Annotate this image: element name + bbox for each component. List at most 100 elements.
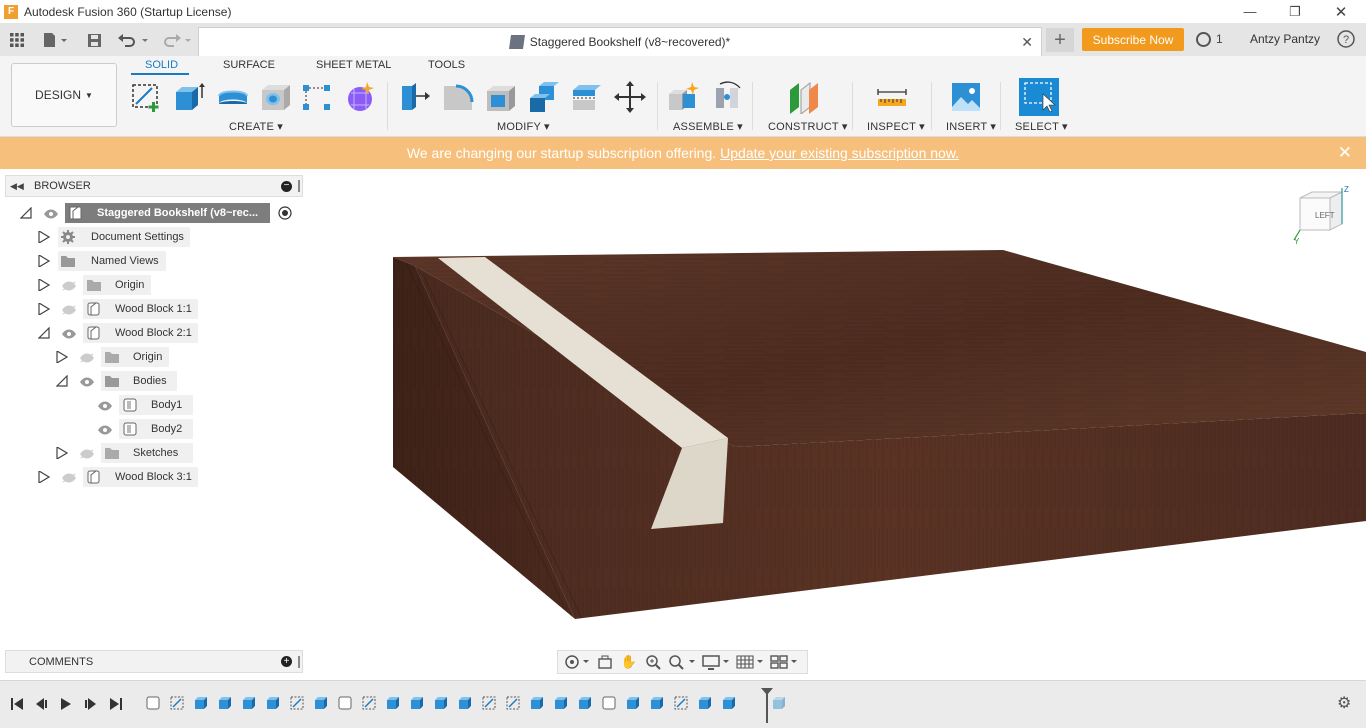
- expanded-triangle-icon[interactable]: [56, 375, 68, 387]
- panel-grip[interactable]: [298, 180, 300, 192]
- tree-node-body2[interactable]: Body2: [74, 419, 194, 439]
- hole-icon[interactable]: [259, 80, 293, 114]
- create-sketch-icon[interactable]: [130, 80, 164, 114]
- app-grid-icon[interactable]: [8, 29, 26, 51]
- collapse-panel-icon[interactable]: ◀◀: [10, 181, 24, 192]
- timeline-extrude-icon[interactable]: [530, 696, 544, 710]
- timeline-extrude-icon[interactable]: [314, 696, 328, 710]
- expanded-triangle-icon[interactable]: [20, 207, 32, 219]
- eye-icon[interactable]: [97, 424, 113, 435]
- zoom-window-icon[interactable]: [668, 654, 696, 670]
- extrude-icon[interactable]: [173, 80, 207, 114]
- timeline-sketch-icon[interactable]: [170, 696, 184, 710]
- tree-node-origin-child[interactable]: Origin: [56, 347, 176, 367]
- tree-node-wood-block-3[interactable]: Wood Block 3:1: [38, 467, 208, 487]
- select-menu[interactable]: SELECT ▾: [1015, 120, 1068, 133]
- tab-tools[interactable]: TOOLS: [428, 59, 465, 71]
- press-pull-icon[interactable]: [398, 80, 432, 114]
- collapsed-triangle-icon[interactable]: [38, 303, 50, 315]
- timeline-extrude-icon[interactable]: [626, 696, 640, 710]
- joint-icon[interactable]: [710, 80, 744, 114]
- timeline-sketch-icon[interactable]: [362, 696, 376, 710]
- timeline-extrude-icon[interactable]: [386, 696, 400, 710]
- tree-node-body1[interactable]: Body1: [74, 395, 194, 415]
- insert-menu[interactable]: INSERT ▾: [946, 120, 996, 133]
- measure-icon[interactable]: [875, 80, 909, 114]
- go-to-start-icon[interactable]: [8, 695, 26, 713]
- collapsed-triangle-icon[interactable]: [38, 279, 50, 291]
- save-icon[interactable]: [84, 29, 104, 51]
- workspace-switcher[interactable]: DESIGN ▼: [11, 63, 117, 127]
- tree-node-sketches[interactable]: Sketches: [56, 443, 196, 463]
- timeline-marker-icon[interactable]: [760, 687, 774, 723]
- minimize-icon[interactable]: —: [1227, 0, 1273, 23]
- collapsed-triangle-icon[interactable]: [38, 471, 50, 483]
- timeline-sketch-icon[interactable]: [482, 696, 496, 710]
- view-cube[interactable]: LEFT Z Y: [1290, 184, 1354, 246]
- timeline-extrude-icon[interactable]: [578, 696, 592, 710]
- timeline-sketch-icon[interactable]: [506, 696, 520, 710]
- viewports-icon[interactable]: [770, 654, 798, 670]
- panel-grip[interactable]: [298, 655, 300, 668]
- eye-hidden-icon[interactable]: [61, 472, 77, 483]
- collapsed-triangle-icon[interactable]: [56, 447, 68, 459]
- document-tab[interactable]: Staggered Bookshelf (v8~recovered)* ✕: [198, 27, 1042, 56]
- display-settings-icon[interactable]: [702, 654, 730, 670]
- combine-icon[interactable]: [527, 80, 561, 114]
- offset-face-icon[interactable]: [570, 80, 604, 114]
- pattern-icon[interactable]: [300, 80, 334, 114]
- collapsed-triangle-icon[interactable]: [56, 351, 68, 363]
- timeline-suppressed-feature-icon[interactable]: [772, 696, 786, 710]
- step-forward-icon[interactable]: [82, 695, 100, 713]
- expanded-triangle-icon[interactable]: [38, 327, 50, 339]
- form-icon[interactable]: [343, 80, 377, 114]
- viewport-canvas[interactable]: [305, 169, 1366, 649]
- user-account[interactable]: Antzy Pantzy: [1250, 32, 1320, 46]
- collapsed-triangle-icon[interactable]: [38, 255, 50, 267]
- new-component-icon[interactable]: [667, 80, 701, 114]
- shell-icon[interactable]: [484, 80, 518, 114]
- close-window-icon[interactable]: ✕: [1318, 0, 1364, 23]
- insert-image-icon[interactable]: [949, 80, 983, 114]
- eye-hidden-icon[interactable]: [79, 448, 95, 459]
- create-menu[interactable]: CREATE ▾: [229, 120, 283, 133]
- orbit-icon[interactable]: [564, 654, 590, 670]
- grid-settings-icon[interactable]: [736, 654, 764, 670]
- collapsed-triangle-icon[interactable]: [38, 231, 50, 243]
- eye-hidden-icon[interactable]: [61, 280, 77, 291]
- tree-node-named-views[interactable]: Named Views: [38, 251, 178, 271]
- close-banner-icon[interactable]: ✕: [1338, 143, 1352, 163]
- timeline-body-icon[interactable]: [602, 696, 616, 710]
- close-tab-icon[interactable]: ✕: [1021, 34, 1033, 51]
- tree-node-origin[interactable]: Origin: [38, 275, 158, 295]
- tab-sheet-metal[interactable]: SHEET METAL: [316, 59, 391, 71]
- help-icon[interactable]: ?: [1336, 28, 1356, 50]
- go-to-end-icon[interactable]: [107, 695, 125, 713]
- eye-hidden-icon[interactable]: [61, 304, 77, 315]
- timeline-extrude-icon[interactable]: [266, 696, 280, 710]
- restore-icon[interactable]: ❐: [1272, 0, 1318, 23]
- timeline-extrude-icon[interactable]: [218, 696, 232, 710]
- timeline-extrude-icon[interactable]: [194, 696, 208, 710]
- root-component-label[interactable]: Staggered Bookshelf (v8~rec...: [65, 203, 270, 223]
- eye-icon[interactable]: [43, 208, 59, 219]
- pan-hand-icon[interactable]: ✋: [620, 654, 638, 670]
- eye-icon[interactable]: [97, 400, 113, 411]
- timeline-body-icon[interactable]: [338, 696, 352, 710]
- timeline-extrude-icon[interactable]: [722, 696, 736, 710]
- construct-menu[interactable]: CONSTRUCT ▾: [768, 120, 848, 133]
- new-tab-button[interactable]: +: [1046, 28, 1074, 52]
- timeline-extrude-icon[interactable]: [242, 696, 256, 710]
- timeline-extrude-icon[interactable]: [458, 696, 472, 710]
- node-label[interactable]: Document Settings: [58, 227, 190, 247]
- tree-node-wood-block-2[interactable]: Wood Block 2:1: [38, 323, 208, 343]
- activate-radio-icon[interactable]: [278, 206, 292, 220]
- look-at-icon[interactable]: [596, 654, 614, 670]
- timeline-sketch-icon[interactable]: [290, 696, 304, 710]
- tab-solid[interactable]: SOLID: [145, 59, 178, 71]
- timeline-sketch-icon[interactable]: [674, 696, 688, 710]
- eye-icon[interactable]: [79, 376, 95, 387]
- timeline-extrude-icon[interactable]: [410, 696, 424, 710]
- modify-menu[interactable]: MODIFY ▾: [497, 120, 550, 133]
- minimize-browser-icon[interactable]: −: [281, 180, 292, 192]
